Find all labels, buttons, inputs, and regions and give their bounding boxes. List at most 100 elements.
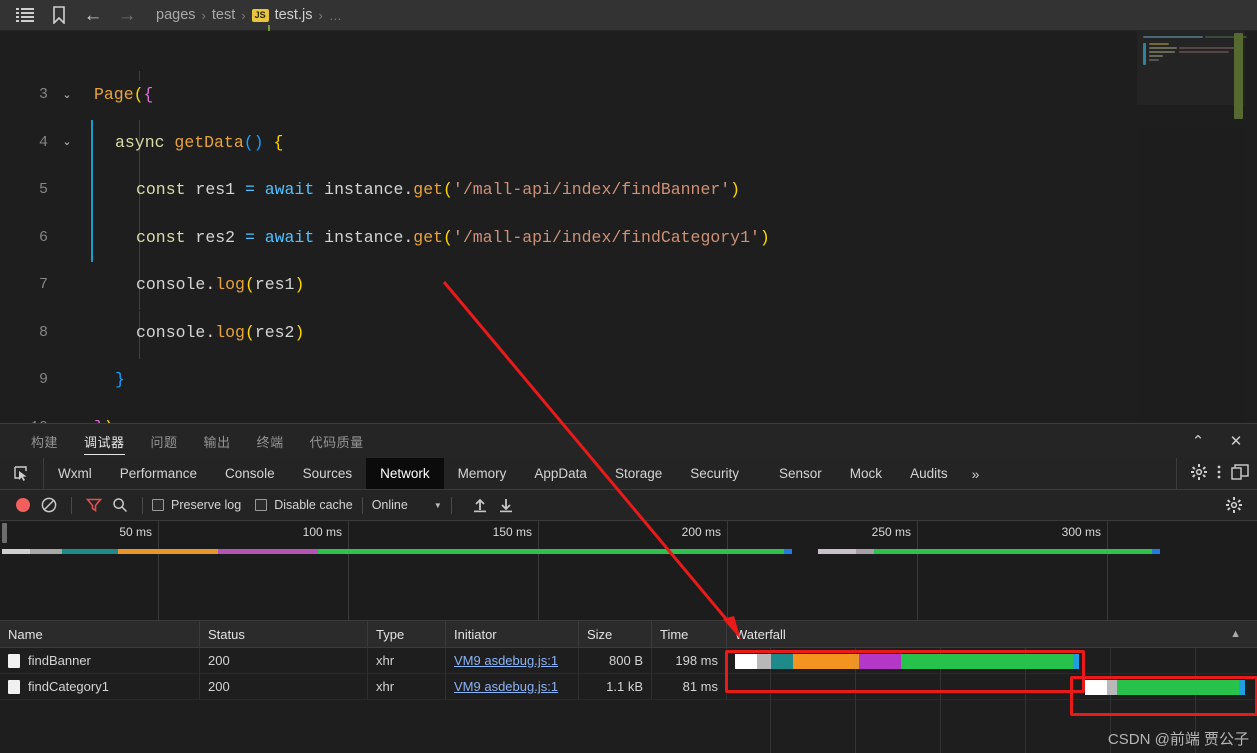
clear-button[interactable] [36,497,62,513]
disable-cache-checkbox[interactable]: Disable cache [255,498,353,512]
code-token: get [413,180,444,200]
tab-wxml[interactable]: Wxml [44,458,106,489]
breadcrumb-item-more[interactable]: … [329,8,342,23]
fold-chevron-icon[interactable]: ⌄ [58,135,76,149]
initiator-link[interactable]: VM9 asdebug.js:1 [454,653,558,668]
editor-scrollbar[interactable] [1234,33,1243,119]
code-token: log [215,322,245,342]
column-header-waterfall[interactable]: Waterfall ▲ [727,621,1257,648]
checkbox-box[interactable] [255,499,268,511]
code-line: 5 const res1 = await instance.get('/mall-… [0,166,1257,214]
tab-performance[interactable]: Performance [106,458,211,489]
back-arrow-icon[interactable]: ← [76,0,110,30]
more-tabs-icon[interactable]: » [962,458,990,489]
panel-tab-output[interactable]: 输出 [191,424,244,458]
breadcrumb-item-file[interactable]: test.js [275,7,313,23]
panel-tab-code-quality[interactable]: 代码质量 [297,424,377,458]
bookmark-icon[interactable] [42,0,76,30]
line-number: 6 [38,228,48,246]
dock-panel-icon[interactable] [1231,463,1249,484]
code-text: console.log(res1) [76,275,304,294]
code-token: Page [94,85,134,105]
export-har-button[interactable] [493,497,519,513]
overview-selection-handle[interactable] [2,523,7,543]
tab-security[interactable]: Security [676,458,753,489]
minimap-row [1149,55,1163,57]
network-overview[interactable]: 50 ms100 ms150 ms200 ms250 ms300 ms 使用 a… [0,521,1257,694]
cell-time: 198 ms [652,647,727,674]
overview-segment [784,549,792,554]
code-token: ( [244,275,255,295]
code-text: const res1 = await instance.get('/mall-a… [76,180,740,199]
tab-label: Network [380,466,430,481]
editor-minimap[interactable] [1137,31,1247,423]
code-token: const [136,180,186,200]
gear-icon[interactable] [1191,463,1207,484]
code-text: async getData() { [76,133,283,152]
panel-tab-problems[interactable]: 问题 [138,424,191,458]
overview-segment [62,549,118,554]
panel-tab-terminal[interactable]: 终端 [244,424,297,458]
initiator-link[interactable]: VM9 asdebug.js:1 [454,679,558,694]
toolbar-divider [361,496,363,514]
panel-tab-build[interactable]: 构建 [18,424,71,458]
tab-label: Performance [119,466,198,481]
tab-audits[interactable]: Audits [896,458,962,489]
tab-mock[interactable]: Mock [836,458,896,489]
tab-sensor[interactable]: Sensor [753,458,836,489]
code-token: } [115,370,125,390]
network-settings-button[interactable] [1221,497,1247,513]
column-header-time[interactable]: Time [652,620,727,648]
code-token: console [136,275,206,295]
breadcrumb-item-test[interactable]: test [212,7,235,23]
column-header-status[interactable]: Status [200,620,368,648]
code-line: 4 ⌄ async getData() { [0,119,1257,167]
fold-chevron-icon[interactable]: ⌄ [58,88,76,102]
inspect-element-icon[interactable] [0,458,44,489]
collapse-panel-icon[interactable]: ⌃ [1187,432,1209,450]
throttling-select[interactable]: Online ▼ [372,498,442,512]
watermark: CSDN @前端 贾公子 [1107,731,1249,748]
breadcrumb-separator: › [201,7,206,23]
preserve-log-checkbox[interactable]: Preserve log [152,498,241,512]
js-file-icon: JS [251,8,269,22]
line-number: 5 [38,181,48,199]
tab-storage[interactable]: Storage [601,458,676,489]
code-token: . [205,322,216,342]
kebab-menu-icon[interactable] [1217,464,1221,484]
column-header-name[interactable]: Name [0,620,200,648]
tab-console[interactable]: Console [211,458,289,489]
forward-arrow-icon[interactable]: → [110,0,144,30]
record-button[interactable] [10,498,36,512]
toolbar-divider [142,496,143,514]
code-editor[interactable]: 3 ⌄ Page({4 ⌄ async getData() {5 const res1 =… [0,31,1257,423]
cell-status: 200 [200,647,368,674]
tab-sources[interactable]: Sources [289,458,367,489]
document-icon [8,679,20,694]
menu-icon[interactable] [8,0,42,30]
tab-label: Sources [302,466,353,481]
code-token: const [136,227,186,247]
breadcrumb-separator: › [241,7,246,23]
column-header-size[interactable]: Size [579,620,652,648]
search-icon[interactable] [107,497,133,513]
cell-name-label: findCategory1 [28,679,109,694]
cell-size: 800 B [579,647,652,674]
import-har-button[interactable] [467,497,493,513]
tab-network[interactable]: Network [366,458,444,489]
tab-label: Console [225,466,275,481]
requests-table[interactable]: Name Status Type Initiator Size Time Wat… [0,620,1257,753]
overview-segment [2,549,30,554]
checkbox-box[interactable] [152,499,164,511]
panel-tab-debugger[interactable]: 调试器 [71,424,138,458]
close-panel-icon[interactable]: ✕ [1225,432,1247,450]
column-header-type[interactable]: Type [368,620,446,648]
filter-button[interactable] [81,497,107,513]
breadcrumb-item-pages[interactable]: pages [156,7,196,23]
tab-memory[interactable]: Memory [444,458,521,489]
tab-appdata[interactable]: AppData [520,458,601,489]
sort-ascending-icon[interactable]: ▲ [1230,628,1249,640]
column-header-initiator[interactable]: Initiator [446,620,579,648]
breadcrumb-separator: › [318,7,323,23]
code-token: ( [133,85,144,105]
